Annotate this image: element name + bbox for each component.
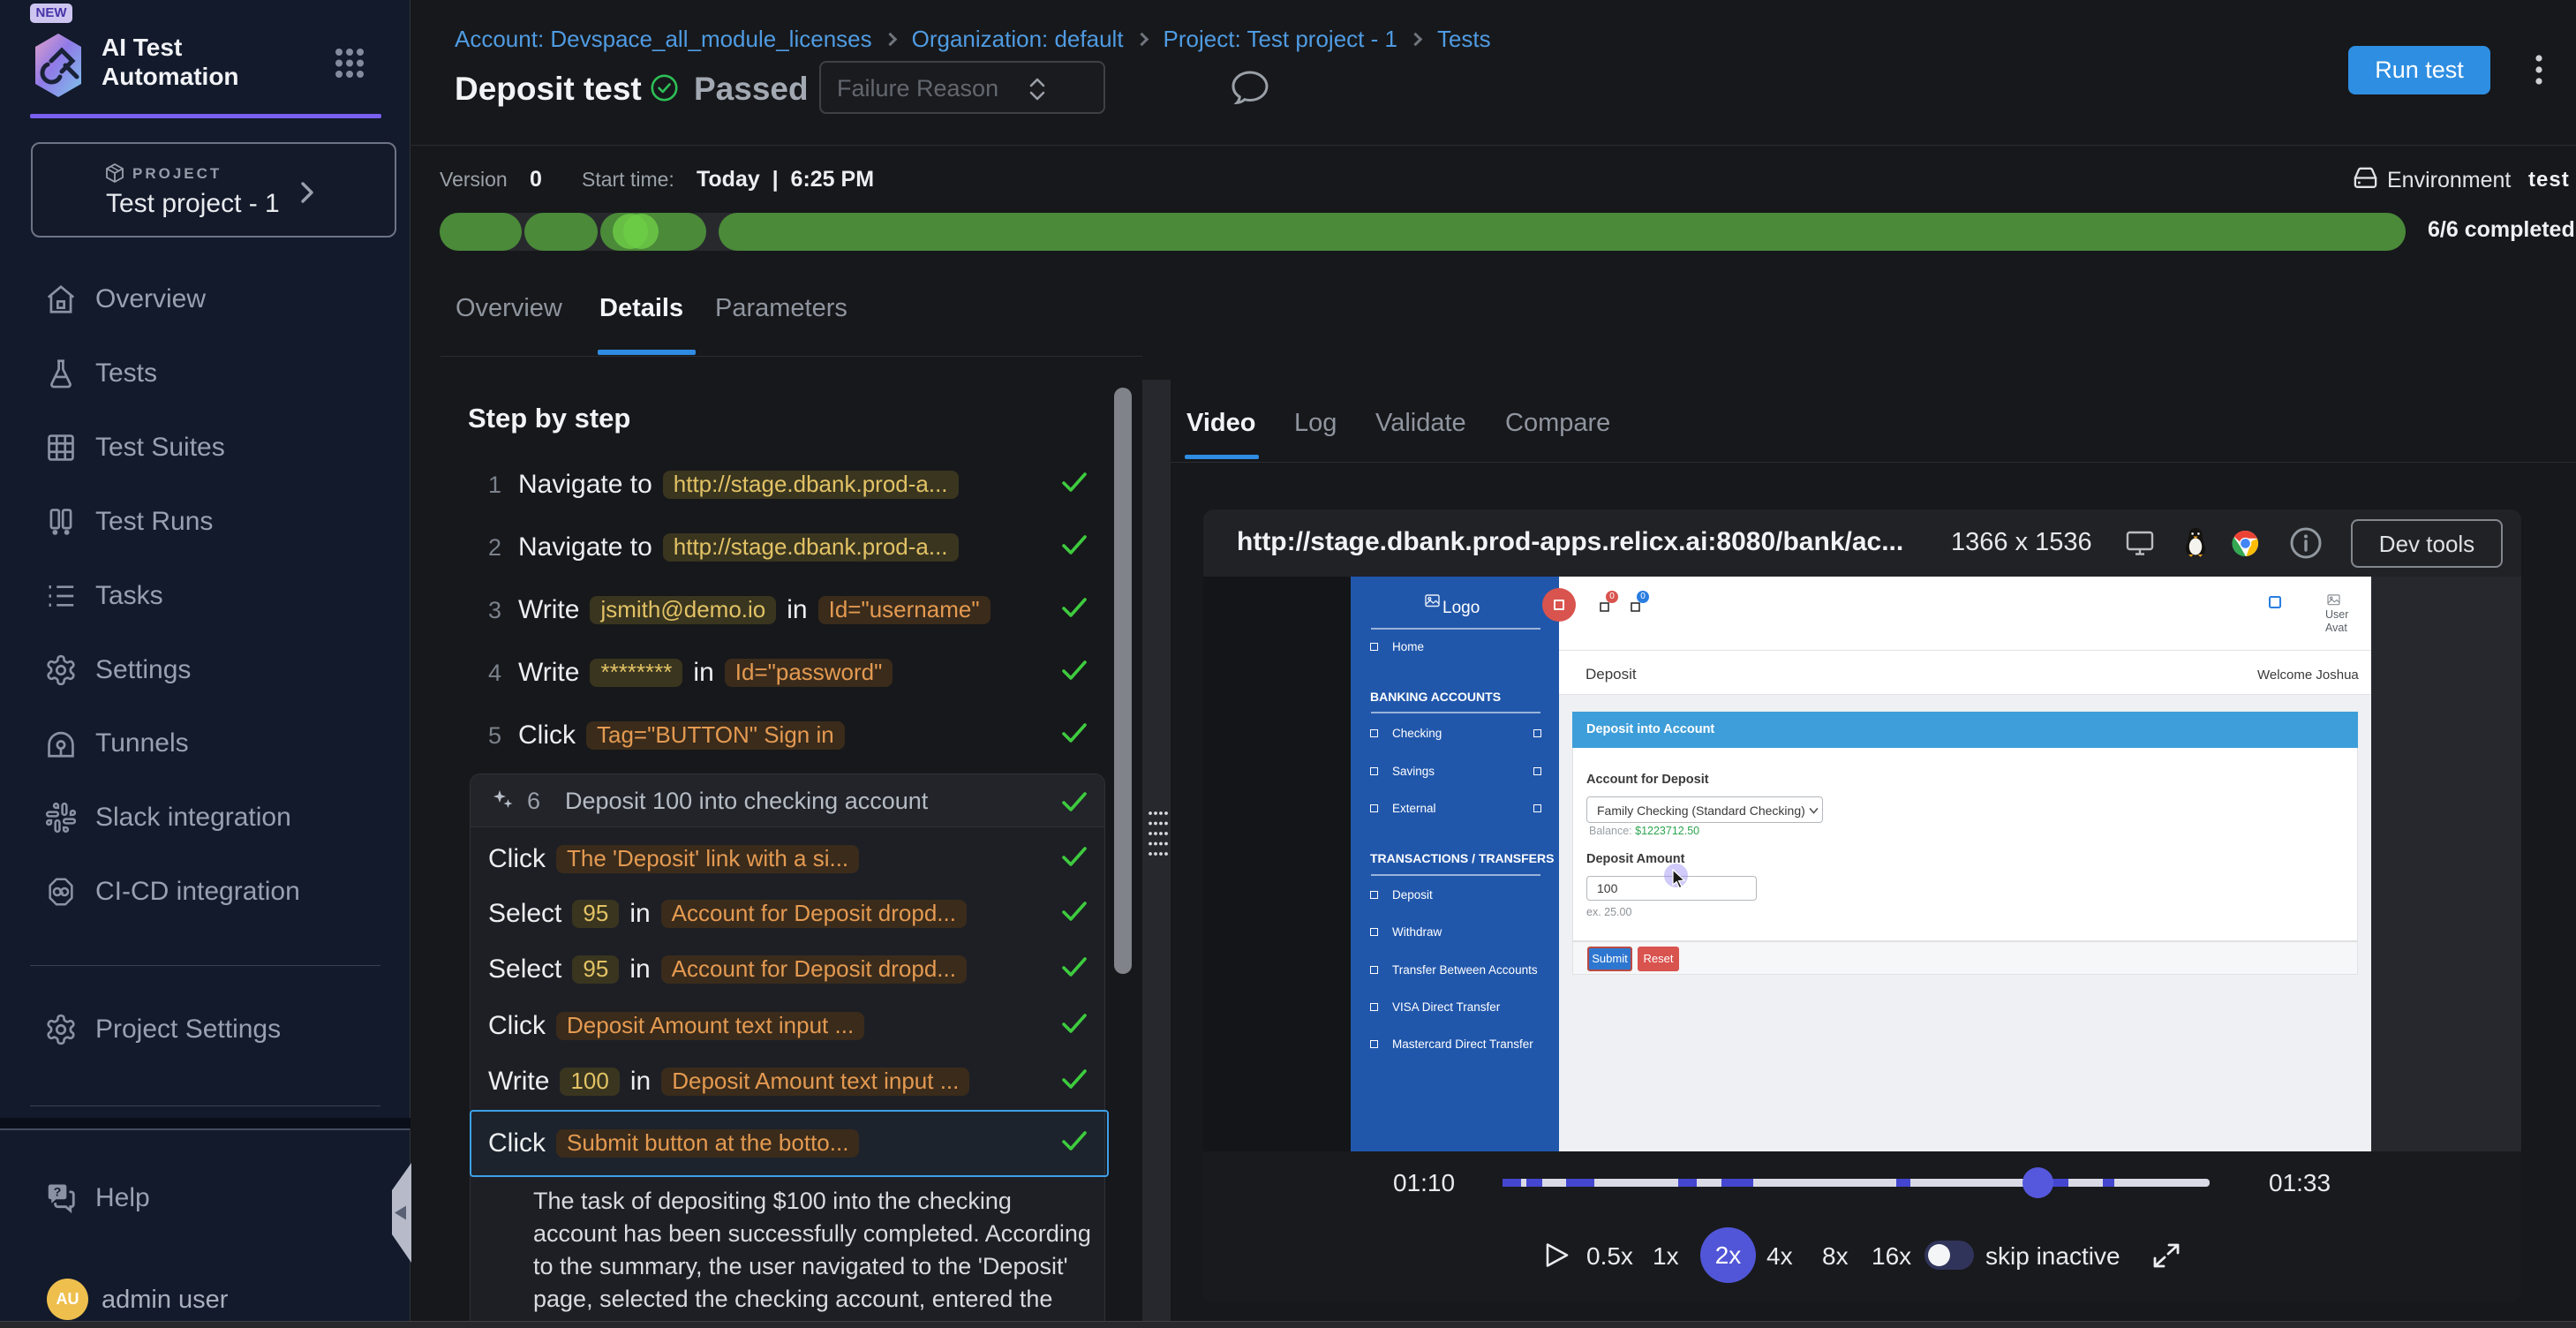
svg-text:?: ? xyxy=(54,1185,62,1199)
